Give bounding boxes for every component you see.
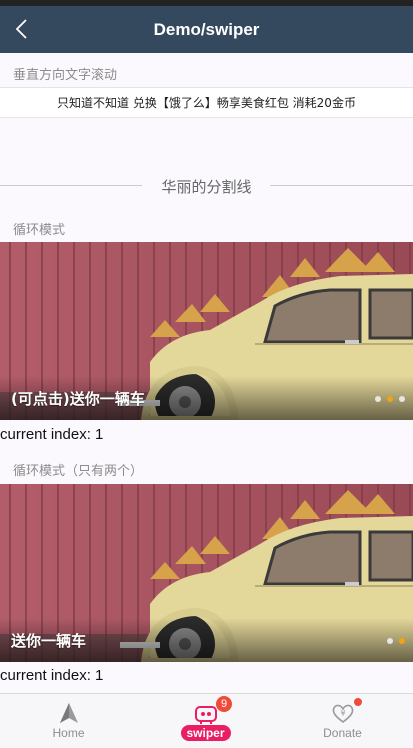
page-title: Demo/swiper <box>153 20 260 39</box>
pagination-dots <box>387 638 405 644</box>
notification-badge: 9 <box>216 696 232 712</box>
swiper-caption[interactable]: 送你一辆车 <box>11 630 86 651</box>
vertical-text-marquee[interactable]: 只知道不知道 兑换【饿了么】畅享美食红包 消耗20金币 <box>0 87 413 118</box>
swiper-loop[interactable]: (可点击)送你一辆车 <box>0 242 413 420</box>
pagination-dot-active[interactable] <box>399 638 405 644</box>
swiper-caption[interactable]: (可点击)送你一辆车 <box>11 388 145 409</box>
navigation-arrow-icon <box>59 703 78 723</box>
pagination-dot[interactable] <box>387 638 393 644</box>
tab-label-donate: Donate <box>323 726 362 740</box>
tab-label-home: Home <box>52 726 85 740</box>
nav-header: Demo/swiper <box>0 6 413 53</box>
tab-home[interactable]: Home <box>0 694 137 748</box>
svg-text:¥: ¥ <box>340 709 345 718</box>
tab-swiper[interactable]: 9 swiper <box>137 694 274 748</box>
tab-donate[interactable]: ¥ Donate <box>274 694 411 748</box>
tab-label-swiper: swiper <box>180 725 231 741</box>
swiper-index-text: current index: 1 <box>0 426 104 443</box>
section-title-loop-two: 循环模式（只有两个） <box>13 464 144 479</box>
swiper-index-text: current index: 1 <box>0 667 104 684</box>
robot-icon <box>194 706 217 724</box>
section-title-vertical: 垂直方向文字滚动 <box>13 68 118 83</box>
pagination-dot[interactable] <box>399 396 405 402</box>
divider-text: 华丽的分割线 <box>161 178 252 196</box>
pagination-dot[interactable] <box>375 396 381 402</box>
notification-dot <box>354 698 362 706</box>
fancy-divider: 华丽的分割线 <box>0 170 413 200</box>
pagination-dots <box>375 396 405 402</box>
heart-money-icon: ¥ <box>332 704 353 724</box>
pagination-dot-active[interactable] <box>387 396 393 402</box>
section-title-loop: 循环模式 <box>13 223 66 238</box>
swiper-loop-two[interactable]: 送你一辆车 <box>0 484 413 662</box>
marquee-text: 只知道不知道 兑换【饿了么】畅享美食红包 消耗20金币 <box>57 96 356 110</box>
divider-line-right <box>270 185 413 186</box>
bottom-tabbar: Home 9 swiper ¥ Donate <box>0 693 413 748</box>
